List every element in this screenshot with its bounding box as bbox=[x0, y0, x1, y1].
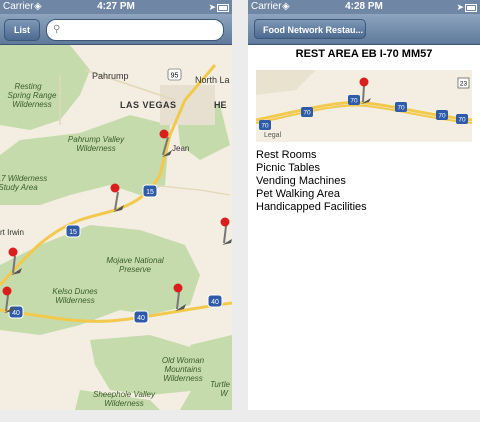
map-label: Jean bbox=[172, 144, 189, 153]
list-item: Vending Machines bbox=[256, 175, 346, 187]
map-label: Wilderness bbox=[163, 374, 203, 383]
svg-text:95: 95 bbox=[171, 73, 179, 80]
map-label: Pahrump bbox=[92, 71, 129, 81]
list-item: Picnic Tables bbox=[256, 162, 320, 174]
back-button[interactable]: Food Network Restau... bbox=[254, 19, 366, 39]
status-bar: Carrier ◈ 4:28 PM ➤ bbox=[248, 0, 480, 14]
status-time: 4:28 PM bbox=[345, 1, 383, 12]
svg-text:70: 70 bbox=[438, 113, 446, 120]
svg-text:70: 70 bbox=[261, 123, 269, 130]
map-label: Wilderness bbox=[55, 296, 95, 305]
interstate-shield: 70 bbox=[348, 95, 360, 105]
map-view[interactable]: 95 15 15 40 40 40 Resting Spring Range W… bbox=[0, 45, 232, 410]
list-item: Pet Walking Area bbox=[256, 188, 340, 200]
list-button[interactable]: List bbox=[4, 19, 40, 41]
map-label: North La bbox=[195, 75, 230, 85]
map-label: Mojave National bbox=[106, 256, 164, 265]
interstate-shield: 40 bbox=[8, 305, 24, 319]
svg-text:70: 70 bbox=[303, 110, 311, 117]
interstate-shield: 15 bbox=[65, 224, 81, 238]
map-label: LAS VEGAS bbox=[120, 100, 177, 110]
interstate-shield: 70 bbox=[259, 120, 271, 130]
status-time: 4:27 PM bbox=[97, 1, 135, 12]
location-arrow-icon: ➤ bbox=[208, 2, 216, 12]
location-arrow-icon: ➤ bbox=[456, 2, 464, 12]
svg-text:15: 15 bbox=[69, 229, 77, 236]
svg-text:70: 70 bbox=[397, 105, 405, 112]
interstate-shield: 70 bbox=[456, 114, 468, 124]
svg-text:40: 40 bbox=[12, 310, 20, 317]
interstate-shield: 40 bbox=[207, 294, 223, 308]
map-label: Wilderness bbox=[12, 100, 52, 109]
map-label: Wilderness bbox=[104, 399, 144, 408]
svg-text:40: 40 bbox=[211, 299, 219, 306]
status-bar: Carrier ◈ 4:27 PM ➤ bbox=[0, 0, 232, 14]
map-label: Kelso Dunes bbox=[52, 287, 97, 296]
interstate-shield: 70 bbox=[436, 110, 448, 120]
amenities-list: Rest Rooms Picnic Tables Vending Machine… bbox=[256, 149, 367, 214]
battery-icon bbox=[465, 4, 477, 12]
battery-icon bbox=[217, 4, 229, 12]
detail-content: REST AREA EB I-70 MM57 70 70 70 70 70 70… bbox=[248, 45, 480, 410]
map-screen: Carrier ◈ 4:27 PM ➤ List ⚲ 95 15 15 40 4… bbox=[0, 0, 232, 410]
search-input[interactable] bbox=[67, 22, 217, 38]
list-item: Rest Rooms bbox=[256, 149, 317, 161]
map-label: Mountains bbox=[165, 365, 202, 374]
map-label: Resting bbox=[14, 82, 42, 91]
nav-bar: List ⚲ bbox=[0, 14, 232, 45]
legal-link[interactable]: Legal bbox=[264, 132, 282, 139]
map-label: rt Irwin bbox=[0, 228, 24, 237]
svg-text:70: 70 bbox=[458, 117, 466, 124]
map-label: Preserve bbox=[119, 265, 152, 274]
map-label: Turtle bbox=[210, 380, 230, 389]
detail-screen: Carrier ◈ 4:28 PM ➤ Food Network Restau.… bbox=[248, 0, 480, 410]
svg-text:40: 40 bbox=[137, 315, 145, 322]
list-item: Handicapped Facilities bbox=[256, 201, 367, 213]
search-field[interactable]: ⚲ bbox=[46, 19, 224, 41]
map-label: Old Woman bbox=[162, 356, 205, 365]
map-label: Wilderness bbox=[76, 144, 116, 153]
svg-text:15: 15 bbox=[146, 189, 154, 196]
interstate-shield: 70 bbox=[395, 102, 407, 112]
map-label: Study Area bbox=[0, 183, 38, 192]
map-label: Sheephole Valley bbox=[93, 390, 156, 399]
svg-text:70: 70 bbox=[350, 98, 358, 105]
rest-area-title: REST AREA EB I-70 MM57 bbox=[295, 48, 433, 60]
interstate-shield: 40 bbox=[133, 310, 149, 324]
interstate-shield: 15 bbox=[142, 184, 158, 198]
map-label: HE bbox=[214, 100, 227, 110]
map-label: Spring Range bbox=[8, 91, 57, 100]
interstate-shield: 70 bbox=[301, 107, 313, 117]
map-label: Pahrump Valley bbox=[68, 135, 125, 144]
highway-shield: 23 bbox=[457, 77, 470, 89]
svg-text:23: 23 bbox=[460, 81, 468, 88]
interstate-shield: 95 bbox=[167, 68, 182, 81]
search-icon: ⚲ bbox=[53, 24, 61, 35]
map-label: 17 Wilderness bbox=[0, 174, 47, 183]
nav-bar: Food Network Restau... bbox=[248, 14, 480, 45]
map-thumbnail[interactable]: 70 70 70 70 70 70 23 Legal bbox=[256, 70, 472, 142]
